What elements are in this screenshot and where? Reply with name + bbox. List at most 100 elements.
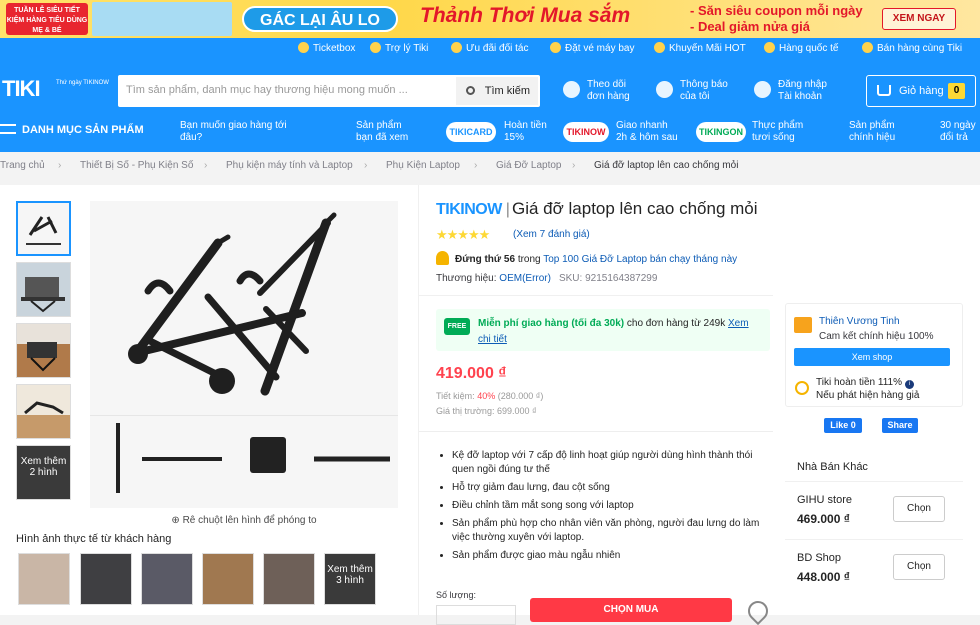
review-link[interactable]: (Xem 7 đánh giá) [513, 229, 590, 240]
notifications-link[interactable]: Thông báo của tôi [656, 79, 728, 103]
choose-seller-button[interactable]: Chọn [893, 554, 945, 580]
thumbnail[interactable] [16, 262, 71, 317]
free-shipping-box: FREE Miễn phí giao hàng (tối đa 30k) cho… [436, 309, 770, 351]
customer-image[interactable] [202, 553, 254, 605]
customer-image[interactable] [80, 553, 132, 605]
toplink-partner[interactable]: Ưu đãi đối tác [451, 42, 528, 54]
store-icon [794, 317, 812, 333]
breadcrumb-item[interactable]: Trang chủ [0, 160, 45, 171]
divider [419, 295, 773, 296]
thumbnail[interactable] [16, 323, 71, 378]
breadcrumb-current: Giá đỡ laptop lên cao chống mỏi [594, 160, 739, 171]
feature-list: Kệ đỡ laptop với 7 cấp độ linh hoạt giúp… [438, 449, 770, 567]
customer-image[interactable] [141, 553, 193, 605]
other-seller-price: 448.000 ₫ [797, 570, 850, 584]
search-bar: Tìm sản phẩm, danh mục hay thương hiệu m… [118, 75, 540, 107]
refund-coin-icon [795, 381, 809, 395]
customer-image[interactable] [263, 553, 315, 605]
tikingon-link[interactable]: Thực phẩm tươi sống [752, 120, 803, 144]
divider [419, 431, 773, 432]
seller-name[interactable]: Thiên Vương Tinh [819, 316, 900, 327]
other-seller-name[interactable]: BD Shop [797, 552, 841, 564]
product-card: Xem thêm 2 hình ⊕ Rê chuột lên hình để p… [0, 185, 980, 625]
category-menu[interactable]: DANH MỤC SẢN PHẨM [0, 124, 144, 136]
free-shipping-icon: FREE [444, 318, 470, 335]
rating-stars: ★★★★★ [436, 227, 490, 242]
breadcrumb-item[interactable]: Phụ Kiện Laptop [386, 160, 460, 171]
other-sellers-title: Nhà Bán Khác [797, 461, 868, 473]
thumbnail[interactable] [16, 384, 71, 439]
user-icon [754, 81, 771, 98]
promo-pill: GÁC LẠI ÂU LO [242, 6, 398, 32]
sku: SKU: 9215164387299 [558, 273, 658, 284]
tikinow-link[interactable]: Giao nhanh 2h & hôm sau [616, 120, 678, 144]
breadcrumb-item[interactable]: Phụ kiện máy tính và Laptop [226, 160, 353, 171]
feature-item: Sản phẩm được giao màu ngẫu nhiên [452, 549, 770, 563]
tikingon-badge[interactable]: TIKINGON [696, 122, 746, 142]
track-order-link[interactable]: Theo dõi đơn hàng [563, 79, 630, 103]
feature-item: Điều chỉnh tầm mắt song song với laptop [452, 499, 770, 513]
site-header: Ticketbox Trợ lý Tiki Ưu đãi đối tác Đặt… [0, 38, 980, 152]
tiki-logo[interactable]: TIKI Thứ ngày TIKINOW [2, 76, 109, 102]
buy-button[interactable]: CHỌN MUA [530, 598, 732, 622]
facebook-share-button[interactable]: Share [882, 418, 918, 433]
toplink-assistant[interactable]: Trợ lý Tiki [370, 42, 428, 54]
breadcrumb-separator: › [364, 160, 368, 171]
return-link[interactable]: 30 ngày đổi trả [940, 120, 976, 144]
other-seller: BD Shop 448.000 ₫ Chọn [785, 539, 963, 593]
promo-product-image [92, 2, 232, 36]
promo-line-1: - Săn siêu coupon mỗi ngày [690, 3, 863, 18]
partner-icon [451, 42, 462, 53]
main-product-image[interactable] [90, 201, 398, 508]
breadcrumb: Trang chủ › Thiết Bị Số - Phụ Kiện Số › … [0, 152, 980, 180]
breadcrumb-item[interactable]: Thiết Bị Số - Phụ Kiện Số [80, 160, 193, 171]
ticketbox-icon [298, 42, 309, 53]
other-seller-name[interactable]: GIHU store [797, 494, 852, 506]
tikicard-link[interactable]: Hoàn tiền 15% [504, 120, 547, 144]
top100-link[interactable]: Top 100 Giá Đỡ Laptop bán chạy tháng này [543, 254, 737, 265]
feature-item: Sản phẩm phù hợp cho nhân viên văn phòng… [452, 517, 770, 545]
breadcrumb-item[interactable]: Giá Đỡ Laptop [496, 160, 561, 171]
cart-button[interactable]: Giỏ hàng 0 [866, 75, 976, 107]
customer-image-more[interactable]: Xem thêm 3 hình [324, 553, 376, 605]
saving-info: Tiết kiệm: 40% (280.000 ₫) [436, 391, 544, 401]
toplink-ticketbox[interactable]: Ticketbox [298, 42, 355, 54]
promo-view-button[interactable]: XEM NGAY [882, 8, 956, 30]
customer-images-title: Hình ảnh thực tế từ khách hàng [16, 533, 172, 545]
top-links: Ticketbox Trợ lý Tiki Ưu đãi đối tác Đặt… [0, 38, 980, 58]
quantity-stepper[interactable] [436, 605, 516, 625]
promo-badge: TUẦN LỄ SIÊU TIẾT KIỆM HÀNG TIÊU DÙNG MẸ… [6, 3, 88, 35]
tikinow-label: TIKINOW | [436, 201, 510, 218]
brand-link[interactable]: OEM(Error) [499, 273, 551, 284]
tikinow-badge[interactable]: TIKINOW [563, 122, 609, 142]
search-input[interactable]: Tìm sản phẩm, danh mục hay thương hiệu m… [126, 84, 408, 96]
info-icon[interactable]: i [904, 380, 914, 389]
search-button[interactable]: Tìm kiếm [456, 77, 538, 105]
seller-icon [862, 42, 873, 53]
breadcrumb-separator: › [204, 160, 208, 171]
toplink-hot-deals[interactable]: Khuyến Mãi HOT [654, 42, 746, 54]
genuine-link[interactable]: Sản phẩm chính hiệu [849, 120, 895, 144]
facebook-like-button[interactable]: Like 0 [824, 418, 862, 433]
viewed-products[interactable]: Sản phẩm bạn đã xem [356, 120, 408, 144]
tikicard-badge[interactable]: TIKICARD [446, 122, 496, 142]
thumbnail-more[interactable]: Xem thêm 2 hình [16, 445, 71, 500]
toplink-international[interactable]: Hàng quốc tế [764, 42, 839, 54]
choose-seller-button[interactable]: Chọn [893, 496, 945, 522]
refund-info: Tiki hoàn tiền 111% i Nếu phát hiện hàng … [816, 377, 920, 401]
login-link[interactable]: Đăng nhập Tài khoản [754, 79, 827, 103]
customer-image[interactable] [18, 553, 70, 605]
view-shop-button[interactable]: Xem shop [794, 348, 950, 366]
brand-info: Thương hiệu: OEM(Error) SKU: 921516438729… [436, 273, 658, 284]
promo-headline: Thảnh Thơi Mua sắm [420, 4, 631, 27]
toplink-sell[interactable]: Bán hàng cùng Tiki [862, 42, 962, 54]
cart-icon [877, 85, 891, 96]
toplink-flights[interactable]: Đặt vé máy bay [550, 42, 634, 54]
product-price: 419.000 ₫ [436, 365, 507, 382]
thumbnail[interactable] [16, 201, 71, 256]
promo-banner[interactable]: TUẦN LỄ SIÊU TIẾT KIỆM HÀNG TIÊU DÙNG MẸ… [0, 0, 980, 38]
deliver-location[interactable]: Bạn muốn giao hàng tới đâu? [180, 120, 287, 144]
wishlist-heart-icon[interactable] [743, 596, 773, 625]
plane-icon [550, 42, 561, 53]
other-seller: GIHU store 469.000 ₫ Chọn [785, 481, 963, 535]
